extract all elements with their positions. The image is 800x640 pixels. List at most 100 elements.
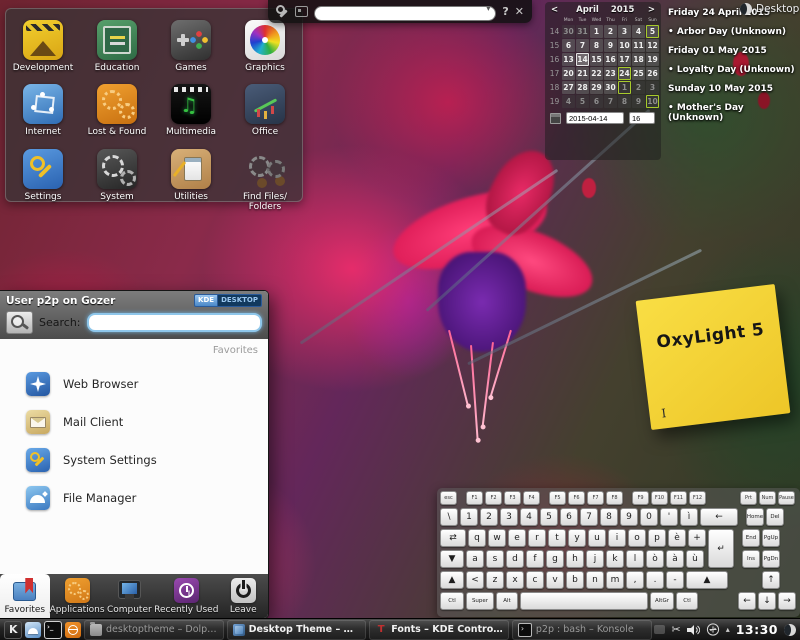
calendar-prev-button[interactable]: < <box>551 5 558 15</box>
r-key[interactable]: r <box>528 529 546 547</box>
tray-expand-icon[interactable]: ▴ <box>726 626 730 634</box>
apostrophe-key[interactable]: ' <box>660 508 678 526</box>
e-grave-key[interactable]: è <box>668 529 686 547</box>
calendar-day[interactable]: 3 <box>646 81 659 94</box>
alt-key[interactable]: Alt <box>496 592 518 610</box>
key-f10[interactable]: F10 <box>651 491 668 505</box>
calendar-day[interactable]: 28 <box>576 81 589 94</box>
key-f8[interactable]: F8 <box>606 491 623 505</box>
i-key[interactable]: i <box>608 529 626 547</box>
desktop-icon-utilities[interactable]: Utilities <box>154 138 228 213</box>
u-grave-key[interactable]: ù <box>686 550 704 568</box>
konqueror-icon[interactable] <box>65 622 81 638</box>
backslash-key[interactable]: \ <box>440 508 458 526</box>
sticky-note[interactable]: OxyLight 5 I <box>636 284 791 430</box>
device-notifier-icon[interactable] <box>706 623 720 636</box>
calendar-day[interactable]: 15 <box>590 53 603 66</box>
f-key[interactable]: f <box>526 550 544 568</box>
taskbar-task-desktoptheme-dolphin[interactable]: desktoptheme – Dolphin <box>84 620 224 640</box>
key-num[interactable]: Num <box>759 491 776 505</box>
wrench-icon[interactable] <box>276 5 289 18</box>
calendar-day[interactable]: 4 <box>562 95 575 108</box>
close-button[interactable]: ✕ <box>515 6 524 17</box>
favorite-item-mail-client[interactable]: Mail Client <box>0 403 268 441</box>
caps-lock-key[interactable]: ▼ <box>440 550 464 568</box>
v-key[interactable]: v <box>546 571 564 589</box>
z-key[interactable]: z <box>486 571 504 589</box>
key-f1[interactable]: F1 <box>466 491 483 505</box>
calendar-day[interactable]: 21 <box>576 67 589 80</box>
key-f5[interactable]: F5 <box>549 491 566 505</box>
calendar-next-button[interactable]: > <box>648 5 655 15</box>
ctrl-right-key[interactable]: Ctl <box>676 592 698 610</box>
key-f6[interactable]: F6 <box>568 491 585 505</box>
calendar-day[interactable]: 7 <box>576 39 589 52</box>
i-grave-key[interactable]: ì <box>680 508 698 526</box>
key-f9[interactable]: F9 <box>632 491 649 505</box>
kde-menu-icon[interactable] <box>4 621 22 639</box>
desktop-icon-internet[interactable]: Internet <box>6 73 80 137</box>
calendar-day[interactable]: 10 <box>646 95 659 108</box>
shift-right-key[interactable]: ▲ <box>686 571 728 589</box>
arrow-right-key[interactable]: → <box>778 592 796 610</box>
calendar-day[interactable]: 9 <box>632 95 645 108</box>
q-key[interactable]: q <box>468 529 486 547</box>
arrow-left-key[interactable]: ← <box>738 592 756 610</box>
calendar-day[interactable]: 6 <box>590 95 603 108</box>
calendar-day[interactable]: 25 <box>632 67 645 80</box>
krunner-input[interactable] <box>314 6 496 21</box>
m-key[interactable]: m <box>606 571 624 589</box>
arrow-down-key[interactable]: ↓ <box>758 592 776 610</box>
calendar-day[interactable]: 24 <box>618 67 631 80</box>
2-key[interactable]: 2 <box>480 508 498 526</box>
tray-status-icon[interactable] <box>654 625 665 634</box>
n-key[interactable]: n <box>586 571 604 589</box>
taskbar-task-p2p-bash-konsole[interactable]: p2p : bash – Konsole <box>512 620 652 640</box>
panel-cashew-icon[interactable] <box>784 624 796 636</box>
calendar-day[interactable]: 12 <box>646 39 659 52</box>
key-f11[interactable]: F11 <box>670 491 687 505</box>
t-key[interactable]: t <box>548 529 566 547</box>
end-key[interactable]: End <box>742 529 760 547</box>
8-key[interactable]: 8 <box>600 508 618 526</box>
calendar-day[interactable]: 23 <box>604 67 617 80</box>
7-key[interactable]: 7 <box>580 508 598 526</box>
key-f3[interactable]: F3 <box>504 491 521 505</box>
o-key[interactable]: o <box>628 529 646 547</box>
taskbar-task-fonts-kde-control-module[interactable]: Fonts – KDE Control Module <box>369 620 509 640</box>
tab-key[interactable]: ⇄ <box>440 529 466 547</box>
tab-computer[interactable]: Computer <box>105 574 155 618</box>
calendar-day[interactable]: 30 <box>604 81 617 94</box>
calendar-day[interactable]: 1 <box>590 25 603 38</box>
altgr-key[interactable]: AltGr <box>650 592 674 610</box>
o-grave-key[interactable]: ò <box>646 550 664 568</box>
a-grave-key[interactable]: à <box>666 550 684 568</box>
shift-left-key[interactable]: ▲ <box>440 571 464 589</box>
calendar-icon[interactable] <box>550 113 561 124</box>
desktop-icon-education[interactable]: Education <box>80 9 154 73</box>
5-key[interactable]: 5 <box>540 508 558 526</box>
calendar-day[interactable]: 8 <box>618 95 631 108</box>
d-key[interactable]: d <box>506 550 524 568</box>
insert-key[interactable]: Ins <box>742 550 760 568</box>
tab-recently-used[interactable]: Recently Used <box>154 574 218 618</box>
calendar-day[interactable]: 2 <box>632 81 645 94</box>
konsole-icon[interactable] <box>44 621 62 639</box>
calendar-day[interactable]: 17 <box>618 53 631 66</box>
1-key[interactable]: 1 <box>460 508 478 526</box>
minus-key[interactable]: - <box>666 571 684 589</box>
calendar-day[interactable]: 5 <box>576 95 589 108</box>
plus-key[interactable]: + <box>688 529 706 547</box>
calendar-day[interactable]: 31 <box>576 25 589 38</box>
tab-favorites[interactable]: Favorites <box>0 574 50 618</box>
key-f4[interactable]: F4 <box>523 491 540 505</box>
delete-key[interactable]: Del <box>766 508 784 526</box>
desktop-icon-office[interactable]: Office <box>228 73 302 137</box>
favorite-item-system-settings[interactable]: System Settings <box>0 441 268 479</box>
comma-key[interactable]: , <box>626 571 644 589</box>
key-esc[interactable]: esc <box>440 491 457 505</box>
calendar-day[interactable]: 19 <box>646 53 659 66</box>
s-key[interactable]: s <box>486 550 504 568</box>
calendar-day[interactable]: 1 <box>618 81 631 94</box>
calendar-day[interactable]: 14 <box>576 53 589 66</box>
